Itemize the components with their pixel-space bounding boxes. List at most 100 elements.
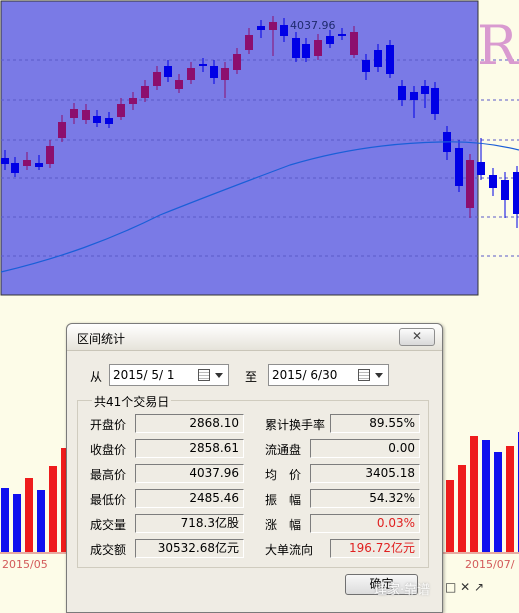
candle-body [455, 148, 463, 186]
candle-body [292, 38, 300, 58]
date-axis-right: 2015/07/ [465, 558, 515, 571]
candle-body [175, 80, 183, 89]
avg-price-label: 均 价 [265, 468, 302, 482]
close-button[interactable]: ✕ [399, 328, 435, 346]
candle-body [141, 86, 149, 98]
dialog-titlebar[interactable]: 区间统计 ✕ [67, 324, 442, 351]
candle-body [350, 32, 358, 55]
from-label: 从 [90, 370, 103, 384]
candle-body [338, 34, 346, 36]
volume-bar [25, 478, 33, 552]
candle-body [187, 68, 195, 80]
watermark: 理家·靠谱 [374, 583, 431, 598]
date-range-row: 从 2015/ 5/ 1 至 2015/ 6/30 [67, 364, 442, 390]
candle-body [513, 172, 519, 214]
low-price-label: 最低价 [90, 493, 127, 507]
candle-body [11, 163, 19, 173]
candle-body [386, 45, 394, 74]
candle-body [70, 109, 78, 118]
volume-label: 成交量 [90, 518, 127, 532]
candle-body [23, 160, 31, 166]
candle-body [105, 118, 113, 124]
candle-body [477, 162, 485, 175]
turnover-value: 30532.68亿元 [135, 539, 244, 558]
candle-body [314, 40, 322, 56]
candle-body [466, 160, 474, 208]
candle-body [280, 25, 288, 36]
change-label: 涨 幅 [265, 518, 302, 532]
candle-body [210, 66, 218, 78]
open-price-label: 开盘价 [90, 418, 127, 432]
avg-price-value: 3405.18 [310, 464, 420, 483]
dialog-title: 区间统计 [77, 332, 126, 346]
calendar-icon[interactable] [198, 369, 210, 381]
amplitude-value: 54.32% [310, 489, 420, 508]
candle-body [58, 122, 66, 138]
calendar-icon[interactable] [358, 369, 370, 381]
candle-body [233, 54, 241, 70]
to-date-value: 2015/ 6/30 [272, 368, 338, 382]
candle-body [46, 146, 54, 164]
volume-bar [470, 436, 478, 552]
candle-body [501, 180, 509, 200]
candle-body [489, 175, 497, 188]
candle-body [431, 88, 439, 114]
volume-bar [494, 452, 502, 552]
volume-value: 718.3亿股 [135, 514, 244, 533]
candle-body [35, 163, 43, 167]
volume-bar [37, 490, 45, 552]
candle-body [362, 60, 370, 72]
candle-body [257, 26, 265, 30]
turnover-rate-label: 累计换手率 [265, 418, 326, 432]
open-price-value: 2868.10 [135, 414, 244, 433]
dropdown-arrow-icon[interactable] [215, 373, 223, 378]
trading-days-title: 共41个交易日 [92, 393, 172, 410]
from-date-picker[interactable]: 2015/ 5/ 1 [109, 364, 229, 386]
interval-stats-dialog: 区间统计 ✕ 从 2015/ 5/ 1 至 2015/ 6/30 共41个交易日… [66, 323, 443, 613]
high-price-label: 最高价 [90, 468, 127, 482]
turnover-rate-value: 89.55% [330, 414, 420, 433]
volume-bar [446, 480, 454, 552]
candle-body [374, 50, 382, 67]
candle-body [93, 116, 101, 123]
large-order-flow-value: 196.72亿元 [330, 539, 420, 558]
volume-bar [49, 466, 57, 552]
candle-body [1, 158, 9, 164]
candle-body [326, 36, 334, 44]
side-letter: R [477, 14, 518, 77]
to-label: 至 [245, 370, 258, 384]
low-price-value: 2485.46 [135, 489, 244, 508]
candle-body [245, 35, 253, 50]
to-date-picker[interactable]: 2015/ 6/30 [268, 364, 389, 386]
stats-group: 共41个交易日 开盘价 2868.10 收盘价 2858.61 最高价 4037… [77, 393, 429, 568]
candle-body [199, 64, 207, 66]
candle-body [410, 92, 418, 100]
candle-body [302, 44, 310, 58]
float-shares-label: 流通盘 [265, 443, 302, 457]
volume-bar [1, 488, 9, 552]
high-price-value: 4037.96 [135, 464, 244, 483]
candle-body [398, 86, 406, 100]
close-price-value: 2858.61 [135, 439, 244, 458]
volume-bar [458, 465, 466, 552]
date-axis-left: 2015/05 [2, 558, 48, 571]
candle-body [82, 110, 90, 120]
candle-body [421, 86, 429, 94]
candle-body [164, 66, 172, 77]
candle-body [221, 68, 229, 80]
volume-bar [506, 446, 514, 552]
volume-bar [13, 494, 21, 552]
float-shares-value: 0.00 [310, 439, 420, 458]
candle-body [129, 98, 137, 104]
close-price-label: 收盘价 [90, 443, 127, 457]
window-control-icons[interactable]: □ ✕ ↗ [445, 580, 484, 594]
from-date-value: 2015/ 5/ 1 [113, 368, 175, 382]
candle-body [117, 104, 125, 117]
amplitude-label: 振 幅 [265, 493, 302, 507]
dropdown-arrow-icon[interactable] [375, 373, 383, 378]
peak-price-label: 4037.96 [290, 19, 336, 32]
volume-bar [482, 440, 490, 552]
candle-body [269, 22, 277, 30]
candle-body [153, 72, 161, 86]
turnover-label: 成交额 [90, 543, 127, 557]
